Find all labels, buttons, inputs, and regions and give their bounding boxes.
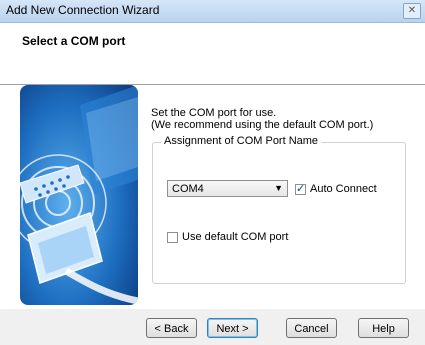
wizard-content: Set the COM port for use. (We recommend … <box>0 85 425 309</box>
description-line-2: (We recommend using the default COM port… <box>151 119 374 131</box>
close-icon[interactable]: ✕ <box>403 3 421 19</box>
help-button[interactable]: Help <box>358 318 409 338</box>
next-button[interactable]: Next > <box>207 318 258 338</box>
page-title: Select a COM port <box>22 34 126 48</box>
com-port-group: Assignment of COM Port Name COM4 ▼ Auto … <box>152 135 406 284</box>
cancel-button[interactable]: Cancel <box>286 318 337 338</box>
wizard-illustration <box>20 85 138 305</box>
use-default-option[interactable]: Use default COM port <box>167 231 288 243</box>
use-default-checkbox[interactable] <box>167 231 178 243</box>
title-bar: Add New Connection Wizard ✕ <box>0 0 425 23</box>
use-default-label[interactable]: Use default COM port <box>182 231 288 243</box>
back-button[interactable]: < Back <box>146 318 197 338</box>
description-line-1: Set the COM port for use. <box>151 107 277 119</box>
chevron-down-icon[interactable]: ▼ <box>274 183 283 193</box>
auto-connect-label[interactable]: Auto Connect <box>310 183 377 195</box>
description: Set the COM port for use. (We recommend … <box>151 107 373 131</box>
com-port-value: COM4 <box>172 183 204 195</box>
button-bar: < Back Next > Cancel Help <box>0 309 425 345</box>
wizard-header: Select a COM port <box>0 23 425 85</box>
group-title: Assignment of COM Port Name <box>161 135 322 147</box>
window-title: Add New Connection Wizard <box>6 3 160 17</box>
auto-connect-checkbox[interactable] <box>295 182 306 195</box>
com-port-select[interactable]: COM4 ▼ <box>167 180 288 197</box>
auto-connect-option[interactable]: Auto Connect <box>295 182 377 195</box>
